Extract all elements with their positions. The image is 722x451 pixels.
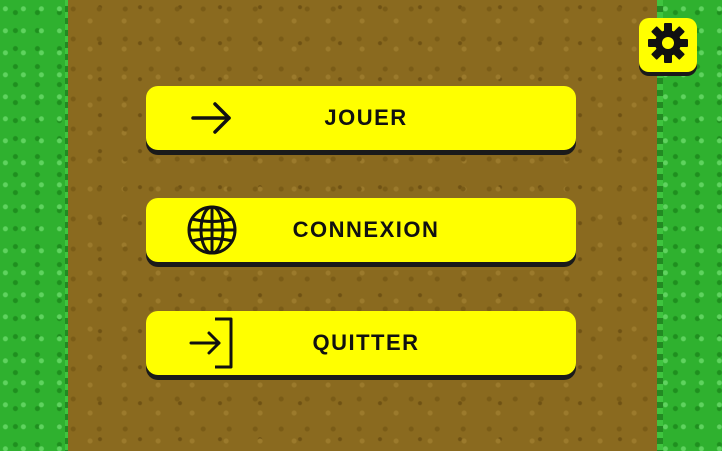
grass-border-left xyxy=(0,0,71,451)
gear-icon xyxy=(646,21,690,70)
settings-button[interactable] xyxy=(639,18,697,72)
quit-button[interactable]: QUITTER xyxy=(146,311,576,375)
login-button-label: CONNEXION xyxy=(292,217,440,242)
quit-button-label: QUITTER xyxy=(312,330,420,355)
login-button[interactable]: CONNEXION xyxy=(146,198,576,262)
play-button-label: JOUER xyxy=(324,105,408,130)
play-button[interactable]: JOUER xyxy=(146,86,576,150)
